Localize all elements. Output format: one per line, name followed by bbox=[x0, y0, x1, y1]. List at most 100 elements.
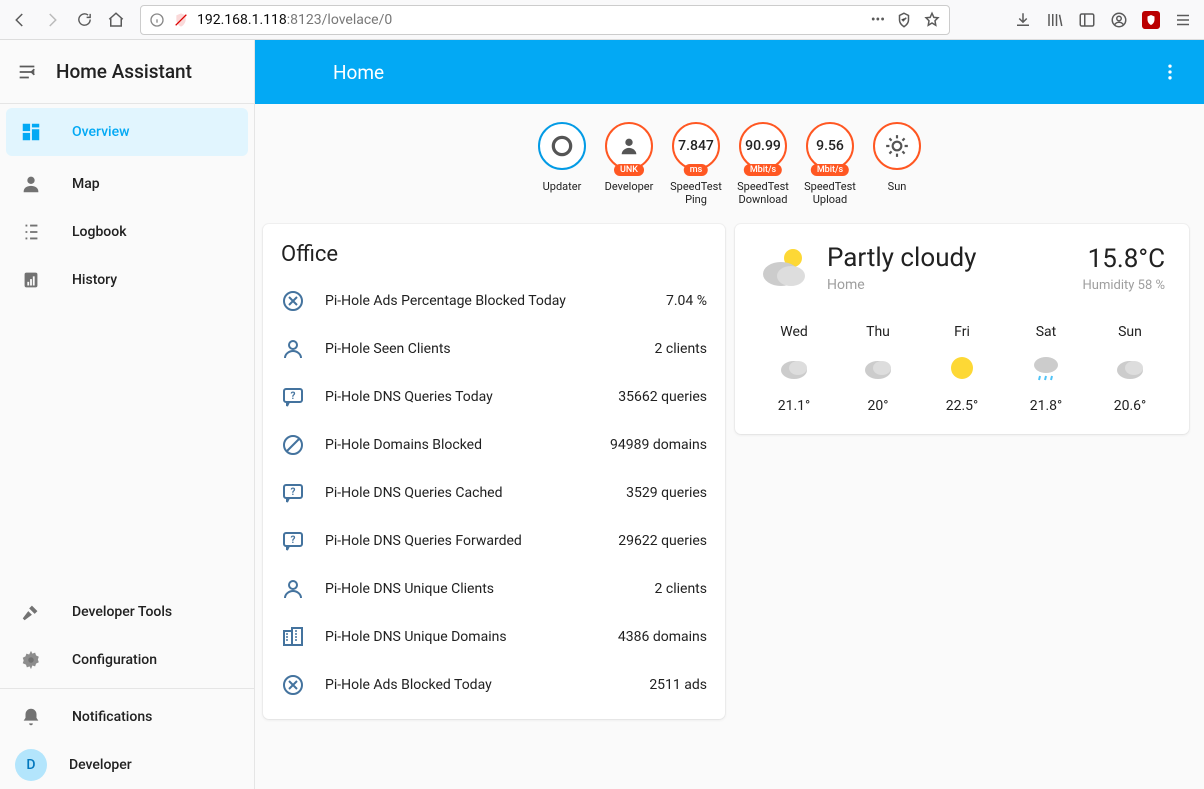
sidebar-item-notifications[interactable]: Notifications bbox=[0, 693, 254, 741]
comment-q-icon: ? bbox=[281, 529, 305, 553]
block-icon bbox=[281, 433, 305, 457]
weather-rainy-icon bbox=[1028, 350, 1064, 386]
account-icon[interactable] bbox=[1110, 11, 1128, 29]
sidebar-label: Overview bbox=[72, 124, 129, 140]
entity-name: Pi-Hole Domains Blocked bbox=[325, 437, 590, 453]
weather-temperature: 15.8°C bbox=[1083, 244, 1165, 274]
info-icon[interactable] bbox=[149, 12, 165, 28]
entity-value: 4386 domains bbox=[618, 629, 707, 645]
sidebar-item-history[interactable]: History bbox=[0, 256, 254, 304]
sidebar-label: Developer Tools bbox=[72, 604, 172, 620]
sidebar-item-overview[interactable]: Overview bbox=[6, 108, 248, 156]
sidebar-item-devtools[interactable]: Developer Tools bbox=[0, 588, 254, 636]
home-button[interactable] bbox=[102, 6, 130, 34]
entity-row[interactable]: ?Pi-Hole DNS Queries Cached3529 queries bbox=[281, 469, 707, 517]
menu-icon[interactable] bbox=[1174, 11, 1192, 29]
forward-button[interactable] bbox=[38, 6, 66, 34]
badge-speedtest-ping[interactable]: 7.847msSpeedTest Ping bbox=[669, 122, 724, 206]
forecast-day-name: Sat bbox=[1011, 324, 1081, 340]
page-title: Home bbox=[333, 61, 384, 84]
close-circle-icon bbox=[281, 289, 305, 313]
entity-row[interactable]: Pi-Hole Seen Clients2 clients bbox=[281, 325, 707, 373]
sidebar-label: Notifications bbox=[72, 709, 152, 725]
app-title: Home Assistant bbox=[56, 60, 192, 83]
entity-row[interactable]: Pi-Hole Domains Blocked 94989 domains bbox=[281, 421, 707, 469]
domain-icon bbox=[281, 625, 305, 649]
url-text: 192.168.1.118:8123/lovelace/0 bbox=[197, 12, 392, 28]
entity-row[interactable]: Pi-Hole Ads Blocked Today2511 ads bbox=[281, 661, 707, 709]
entity-name: Pi-Hole Ads Percentage Blocked Today bbox=[325, 293, 646, 309]
bookmark-icon[interactable] bbox=[923, 11, 941, 29]
logbook-icon bbox=[20, 221, 42, 243]
svg-text:?: ? bbox=[291, 535, 296, 546]
url-bar[interactable]: 192.168.1.118:8123/lovelace/0 ••• bbox=[140, 5, 950, 35]
back-button[interactable] bbox=[6, 6, 34, 34]
entity-row[interactable]: Pi-Hole DNS Unique Clients2 clients bbox=[281, 565, 707, 613]
main-content: Home UpdaterUNKDeveloper7.847msSpeedTest… bbox=[255, 40, 1204, 789]
entity-row[interactable]: ? Pi-Hole DNS Queries Forwarded 29622 quer… bbox=[281, 517, 707, 565]
overflow-menu-icon[interactable] bbox=[1160, 62, 1180, 82]
avatar: D bbox=[15, 749, 47, 781]
reload-button[interactable] bbox=[70, 6, 98, 34]
weather-card[interactable]: Partly cloudy Home 15.8°C Humidity 58 % … bbox=[735, 224, 1189, 434]
svg-text:?: ? bbox=[291, 487, 296, 498]
badge-updater[interactable]: Updater bbox=[535, 122, 590, 206]
security-icon[interactable] bbox=[173, 12, 189, 28]
badge-speedtest-download[interactable]: 90.99Mbit/sSpeedTest Download bbox=[736, 122, 791, 206]
forecast-day-name: Wed bbox=[759, 324, 829, 340]
forecast-temp: 20° bbox=[843, 398, 913, 414]
hammer-icon bbox=[20, 601, 42, 623]
office-card: Office Pi-Hole Ads Percentage Blocked To… bbox=[263, 224, 725, 719]
entity-row[interactable]: Pi-Hole DNS Unique Domains4386 domains bbox=[281, 613, 707, 661]
gear-icon bbox=[20, 649, 42, 671]
weather-condition-icon bbox=[759, 244, 811, 296]
forecast-day: Sat21.8° bbox=[1011, 324, 1081, 414]
reader-icon[interactable] bbox=[895, 11, 913, 29]
sidebar-item-configuration[interactable]: Configuration bbox=[0, 636, 254, 684]
entity-value: 94989 domains bbox=[610, 437, 707, 453]
badge-speedtest-upload[interactable]: 9.56Mbit/sSpeedTest Upload bbox=[803, 122, 858, 206]
svg-text:?: ? bbox=[291, 391, 296, 402]
entity-value: 29622 queries bbox=[618, 533, 707, 549]
sidebar-label: History bbox=[72, 272, 117, 288]
forecast-day-name: Sun bbox=[1095, 324, 1165, 340]
forecast-day: Thu20° bbox=[843, 324, 913, 414]
close-circle-icon bbox=[281, 673, 305, 697]
page-actions-icon[interactable]: ••• bbox=[871, 12, 885, 28]
entity-value: 2 clients bbox=[655, 341, 707, 357]
sidebar: Home Assistant Overview Map Logbook Hist… bbox=[0, 40, 255, 789]
account-icon bbox=[281, 577, 305, 601]
comment-q-icon: ? bbox=[281, 481, 305, 505]
topbar: Home bbox=[255, 40, 1204, 104]
downloads-icon[interactable] bbox=[1014, 11, 1032, 29]
sidebar-label: Map bbox=[72, 176, 100, 192]
weather-cloudy-icon bbox=[776, 350, 812, 386]
forecast-day: Sun 20.6° bbox=[1095, 324, 1165, 414]
sidebar-item-developer[interactable]: D Developer bbox=[0, 741, 254, 789]
entity-row[interactable]: ?Pi-Hole DNS Queries Today35662 queries bbox=[281, 373, 707, 421]
sidebar-label: Configuration bbox=[72, 652, 157, 668]
sidebar-label: Developer bbox=[69, 757, 132, 773]
forecast-temp: 20.6° bbox=[1095, 398, 1165, 414]
entity-name: Pi-Hole DNS Queries Forwarded bbox=[325, 533, 598, 549]
card-title: Office bbox=[281, 242, 707, 267]
entity-name: Pi-Hole DNS Queries Cached bbox=[325, 485, 606, 501]
forecast-temp: 22.5° bbox=[927, 398, 997, 414]
sidebar-icon[interactable] bbox=[1078, 11, 1096, 29]
entity-value: 7.04 % bbox=[666, 293, 707, 309]
entity-row[interactable]: Pi-Hole Ads Percentage Blocked Today 7.04… bbox=[281, 277, 707, 325]
map-icon bbox=[20, 173, 42, 195]
weather-condition: Partly cloudy bbox=[827, 244, 977, 273]
ublock-icon[interactable] bbox=[1142, 11, 1160, 29]
entity-value: 35662 queries bbox=[618, 389, 707, 405]
sidebar-item-logbook[interactable]: Logbook bbox=[0, 208, 254, 256]
sidebar-item-map[interactable]: Map bbox=[0, 160, 254, 208]
badge-sun[interactable]: Sun bbox=[870, 122, 925, 206]
menu-toggle-icon[interactable] bbox=[16, 61, 38, 83]
entity-value: 2511 ads bbox=[649, 677, 707, 693]
library-icon[interactable] bbox=[1046, 11, 1064, 29]
sidebar-label: Logbook bbox=[72, 224, 127, 240]
history-icon bbox=[20, 269, 42, 291]
badge-developer[interactable]: UNKDeveloper bbox=[602, 122, 657, 206]
weather-cloudy-icon bbox=[860, 350, 896, 386]
